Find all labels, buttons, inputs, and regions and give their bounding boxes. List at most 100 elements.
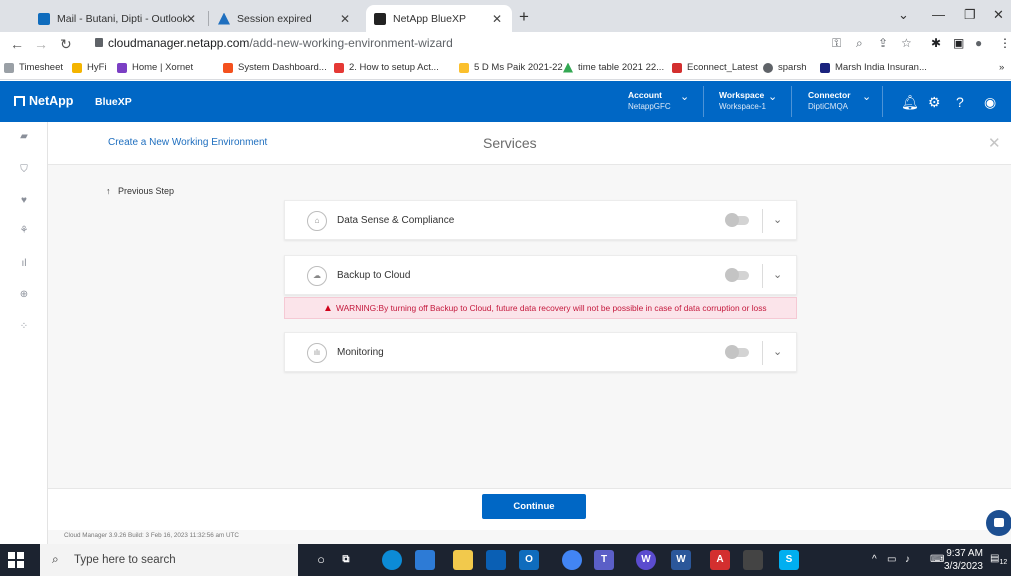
close-icon[interactable]: ✕ — [186, 12, 196, 26]
bookmark-xornet[interactable]: Home | Xornet — [117, 62, 193, 73]
bookmark-label: time table 2021 22... — [578, 62, 665, 73]
service-toggle[interactable] — [725, 213, 749, 227]
window-close-icon[interactable]: ✕ — [993, 7, 1004, 23]
paint-icon[interactable] — [743, 550, 763, 570]
restore-icon[interactable]: ❐ — [964, 7, 976, 23]
mobility-icon[interactable]: ⊕ — [19, 290, 29, 300]
page-title: Services — [483, 135, 537, 151]
edge-icon[interactable] — [382, 550, 402, 570]
share-icon[interactable]: ⇪ — [878, 36, 888, 50]
notification-icon[interactable]: ▤12 — [990, 553, 1007, 566]
profile-icon[interactable]: ● — [975, 36, 982, 50]
word-icon[interactable]: W — [671, 550, 691, 570]
store-icon[interactable] — [415, 550, 435, 570]
tab-search-icon[interactable]: ⌄ — [898, 7, 909, 23]
bookmark-star-icon[interactable]: ☆ — [901, 36, 912, 50]
tab-outlook[interactable]: Mail - Butani, Dipti - Outlook ✕ — [30, 5, 206, 32]
new-tab-button[interactable]: + — [519, 7, 529, 27]
keyboard-icon[interactable]: ⌨ — [930, 554, 944, 565]
storage-icon[interactable]: ▰ — [19, 132, 29, 142]
youtube-icon — [334, 62, 344, 73]
mail-icon[interactable] — [486, 550, 506, 570]
bell-icon[interactable]: 🔔︎ — [901, 94, 919, 111]
service-toggle[interactable] — [725, 345, 749, 359]
brand-name: NetApp — [29, 94, 74, 108]
acrobat-icon[interactable]: A — [710, 550, 730, 570]
clock-time: 9:37 AM — [946, 548, 983, 559]
chevron-down-icon[interactable]: ⌄ — [768, 90, 777, 103]
chrome-icon[interactable] — [562, 550, 582, 570]
bookmarks-overflow[interactable]: » — [999, 62, 1004, 73]
teams-icon[interactable]: T — [594, 550, 614, 570]
dashboard-icon — [223, 62, 233, 73]
governance-icon[interactable]: ⚘ — [19, 226, 29, 236]
tab-netapp-bluexp[interactable]: NetApp BlueXP ✕ — [366, 5, 512, 32]
bookmark-system-dashboard[interactable]: System Dashboard... — [223, 62, 327, 73]
workspace-selector[interactable]: Workspace Workspace-1 — [719, 90, 766, 111]
taskbar: ⌕ Type here to search ○ ⧉ O T W W A S ^ … — [0, 544, 1011, 576]
user-icon[interactable]: ◉ — [984, 94, 996, 111]
close-icon[interactable]: ✕ — [988, 134, 1001, 152]
backup-warning: ▲ WARNING:By turning off Backup to Cloud… — [284, 297, 797, 319]
chevron-down-icon[interactable]: ⌄ — [773, 268, 782, 281]
tray-chevron-icon[interactable]: ^ — [872, 554, 877, 565]
close-icon[interactable]: ✕ — [492, 12, 502, 26]
gear-icon[interactable]: ⚙ — [928, 94, 941, 111]
key-icon[interactable]: ⚿ — [832, 36, 841, 51]
bookmark-sparsh[interactable]: sparsh — [763, 62, 807, 73]
service-toggle[interactable] — [725, 268, 749, 282]
bookmark-label: 5 D Ms Paik 2021-22 — [474, 62, 563, 73]
network-icon[interactable]: ▭ — [887, 554, 896, 565]
wizard-header: Create a New Working Environment Service… — [48, 122, 1011, 165]
minimize-icon[interactable]: — — [932, 7, 945, 22]
protection-icon[interactable]: ♥ — [19, 196, 29, 206]
volume-icon[interactable]: ♪ — [905, 554, 910, 565]
bookmark-timesheet[interactable]: Timesheet — [4, 62, 63, 73]
close-icon[interactable]: ✕ — [340, 12, 350, 26]
previous-step-link[interactable]: ↑ Previous Step — [106, 186, 174, 196]
chevron-down-icon[interactable]: ⌄ — [862, 90, 871, 103]
tab-session-expired[interactable]: Session expired ✕ — [210, 5, 360, 32]
outlook-icon[interactable]: O — [519, 550, 539, 570]
bookmark-econnect[interactable]: Econnect_Latest — [672, 62, 758, 73]
shield-icon[interactable]: ⛉ — [19, 165, 29, 175]
chat-icon — [994, 518, 1004, 527]
task-view-icon[interactable]: ⧉ — [336, 550, 356, 570]
address-bar[interactable]: cloudmanager.netapp.com/add-new-working-… — [108, 36, 453, 50]
extensions-icon[interactable]: ✱ — [931, 36, 941, 50]
forward-icon[interactable]: → — [34, 36, 48, 52]
bookmark-hyfi[interactable]: HyFi — [72, 62, 107, 73]
bookmark-paik[interactable]: 5 D Ms Paik 2021-22 — [459, 62, 563, 73]
windows-start-icon[interactable] — [8, 552, 24, 568]
taskbar-clock[interactable]: 9:37 AM 3/3/2023 — [944, 547, 983, 573]
side-panel-icon[interactable]: ▣ — [953, 36, 964, 50]
taskbar-search[interactable]: ⌕ Type here to search — [40, 544, 298, 576]
chevron-down-icon[interactable]: ⌄ — [773, 345, 782, 358]
analytics-icon[interactable]: ıl — [19, 259, 29, 269]
continue-button[interactable]: Continue — [482, 494, 586, 519]
skype-icon[interactable]: S — [779, 550, 799, 570]
bookmark-youtube[interactable]: 2. How to setup Act... — [334, 62, 439, 73]
cortana-icon[interactable]: ○ — [311, 550, 331, 570]
browser-tab-strip: Mail - Butani, Dipti - Outlook ✕ Session… — [0, 0, 1011, 32]
chat-button[interactable] — [986, 510, 1011, 536]
back-icon[interactable]: ← — [10, 36, 24, 52]
menu-icon[interactable]: ⋮ — [999, 36, 1011, 50]
reload-icon[interactable]: ↻ — [60, 36, 72, 53]
bookmark-timetable[interactable]: time table 2021 22... — [563, 62, 664, 73]
account-selector[interactable]: Account NetappGFC — [628, 90, 671, 111]
azure-icon — [218, 12, 230, 25]
chevron-down-icon[interactable]: ⌄ — [680, 90, 689, 103]
file-explorer-icon[interactable] — [453, 550, 473, 570]
help-icon[interactable]: ? — [956, 94, 964, 110]
warning-icon: ▲ — [323, 303, 333, 314]
bookmark-marsh[interactable]: Marsh India Insuran... — [820, 62, 927, 73]
netapp-logo[interactable]: NetApp — [14, 94, 73, 108]
w-app-icon[interactable]: W — [636, 550, 656, 570]
zoom-icon[interactable]: ⌕ — [856, 36, 863, 51]
chevron-down-icon[interactable]: ⌄ — [773, 213, 782, 226]
service-name: Data Sense & Compliance — [337, 215, 455, 226]
extensions-icon[interactable]: ⁘ — [19, 322, 29, 332]
connector-selector[interactable]: Connector DiptiCMQA — [808, 90, 851, 111]
breadcrumb[interactable]: Create a New Working Environment — [108, 137, 267, 148]
